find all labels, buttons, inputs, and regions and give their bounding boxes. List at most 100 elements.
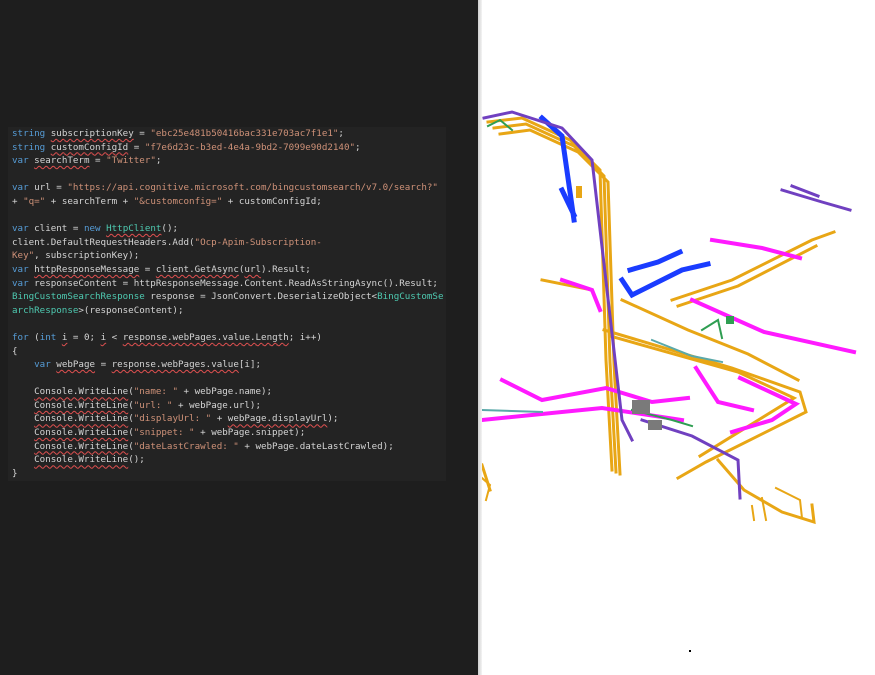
orange-pipe-run xyxy=(482,116,836,525)
code-line[interactable]: var httpResponseMessage = client.GetAsyn… xyxy=(12,263,443,277)
code-token: < xyxy=(106,331,123,343)
code-line[interactable]: } xyxy=(12,467,443,481)
code-line[interactable]: string subscriptionKey = "ebc25e481b5041… xyxy=(12,127,443,141)
code-token: (); xyxy=(161,223,179,235)
code-line[interactable]: Console.WriteLine("dateLastCrawled: " + … xyxy=(12,440,443,454)
cursor-dot xyxy=(689,650,691,652)
code-token: Key" xyxy=(12,250,35,262)
code-token: Console.WriteLine xyxy=(34,440,129,452)
code-token: "Ocp-Apim-Subscription- xyxy=(194,236,322,248)
teal-pipe-run xyxy=(482,338,724,414)
code-token: responseContent = httpResponseMessage.Co… xyxy=(28,277,438,289)
code-token: url xyxy=(244,263,262,275)
code-line[interactable]: string customConfigId = "f7e6d23c-b3ed-4… xyxy=(12,141,443,155)
code-line[interactable] xyxy=(12,372,443,386)
code-token: ; xyxy=(155,155,162,167)
code-token: subscriptionKey xyxy=(50,128,134,139)
code-token: = xyxy=(133,128,151,139)
code-token: Console.WriteLine xyxy=(34,454,129,466)
code-token: = xyxy=(128,141,145,153)
code-line[interactable] xyxy=(12,168,443,182)
code-line[interactable]: var responseContent = httpResponseMessag… xyxy=(12,277,443,291)
code-token: "name: " xyxy=(133,386,178,398)
code-token: "&customconfig=" xyxy=(133,195,223,207)
code-line[interactable]: var url = "https://api.cognitive.microso… xyxy=(12,181,443,195)
code-line[interactable]: for (int i = 0; i < response.webPages.va… xyxy=(12,331,443,345)
code-token: = 0; xyxy=(67,331,101,343)
code-lines: string subscriptionKey = "ebc25e481b5041… xyxy=(12,127,443,480)
model-viewer-pane[interactable] xyxy=(482,0,875,675)
code-token: var xyxy=(12,263,29,275)
code-token: response.webPages.value.Length xyxy=(122,331,289,343)
code-editor-pane[interactable]: string subscriptionKey = "ebc25e481b5041… xyxy=(0,0,478,675)
code-token: + customConfigId; xyxy=(222,195,322,207)
code-line[interactable]: var webPage = response.webPages.value[i]… xyxy=(12,358,443,372)
code-token: Console.WriteLine xyxy=(34,399,129,411)
code-token: customConfigId xyxy=(50,141,129,153)
code-token: = xyxy=(139,263,156,275)
code-token: Console.WriteLine xyxy=(34,427,129,439)
code-token: >(responseContent); xyxy=(78,304,184,316)
magenta-pipe-run xyxy=(482,237,857,435)
code-token: ; xyxy=(355,141,361,153)
pipe-model-3d-view[interactable] xyxy=(482,0,875,675)
code-token: client.DefaultRequestHeaders.Add( xyxy=(12,236,195,248)
code-token: webPage xyxy=(56,359,96,371)
code-token: BingCustomSearchResponse xyxy=(12,291,145,303)
code-token: , subscriptionKey); xyxy=(34,250,140,262)
code-token: int xyxy=(39,331,57,343)
code-line[interactable]: Console.WriteLine(); xyxy=(12,453,443,467)
code-token: [i]; xyxy=(238,359,262,371)
code-line[interactable]: Console.WriteLine("name: " + webPage.nam… xyxy=(12,385,443,399)
code-token: var xyxy=(12,182,29,194)
code-token: response.webPages.value xyxy=(111,359,239,371)
code-token: string xyxy=(12,128,46,139)
code-token: + searchTerm + xyxy=(45,195,134,207)
code-line[interactable] xyxy=(12,317,443,331)
code-token: "ebc25e481b50416bac331e703ac7f1e1" xyxy=(150,128,339,139)
code-token: httpResponseMessage xyxy=(34,263,140,275)
code-line[interactable]: Key", subscriptionKey); xyxy=(12,249,443,263)
blue-pipe-run xyxy=(538,114,711,299)
code-token: url = xyxy=(28,182,68,194)
code-token: var xyxy=(12,277,29,289)
code-line[interactable]: Console.WriteLine("displayUrl: " + webPa… xyxy=(12,412,443,426)
code-token: ); xyxy=(327,413,339,425)
code-line[interactable]: + "q=" + searchTerm + "&customconfig=" +… xyxy=(12,195,443,209)
code-token: var xyxy=(34,359,51,371)
code-token: webPage.displayUrl xyxy=(227,413,328,425)
code-token: = xyxy=(89,155,107,167)
code-token: + xyxy=(211,413,228,425)
code-token: for xyxy=(12,331,29,343)
code-token: = xyxy=(95,359,112,371)
code-line[interactable]: Console.WriteLine("url: " + webPage.url)… xyxy=(12,399,443,413)
code-token: (); xyxy=(128,454,145,466)
code-line[interactable]: var searchTerm = "Twitter"; xyxy=(12,154,443,168)
code-line[interactable]: var client = new HttpClient(); xyxy=(12,222,443,236)
code-line[interactable]: client.DefaultRequestHeaders.Add("Ocp-Ap… xyxy=(12,236,443,250)
code-token: "Twitter" xyxy=(106,155,156,167)
code-line[interactable]: archResponse>(responseContent); xyxy=(12,304,443,318)
code-token: archResponse xyxy=(12,304,79,316)
code-token: string xyxy=(12,141,46,153)
code-token: "https://api.cognitive.microsoft.com/bin… xyxy=(67,182,438,194)
code-token: searchTerm xyxy=(34,155,90,167)
code-token: ( xyxy=(28,331,40,343)
code-token: var xyxy=(12,223,29,235)
code-line[interactable]: BingCustomSearchResponse response = Json… xyxy=(12,290,443,304)
code-token: "url: " xyxy=(133,399,173,411)
code-token: BingCustomSe xyxy=(377,291,444,303)
code-token: HttpClient xyxy=(106,223,162,235)
code-line[interactable] xyxy=(12,209,443,223)
code-snippet[interactable]: string subscriptionKey = "ebc25e481b5041… xyxy=(8,127,446,481)
purple-pipe-run xyxy=(482,110,852,500)
code-token: var xyxy=(12,155,29,167)
code-line[interactable]: Console.WriteLine("snippet: " + webPage.… xyxy=(12,426,443,440)
code-line[interactable]: { xyxy=(12,345,443,359)
